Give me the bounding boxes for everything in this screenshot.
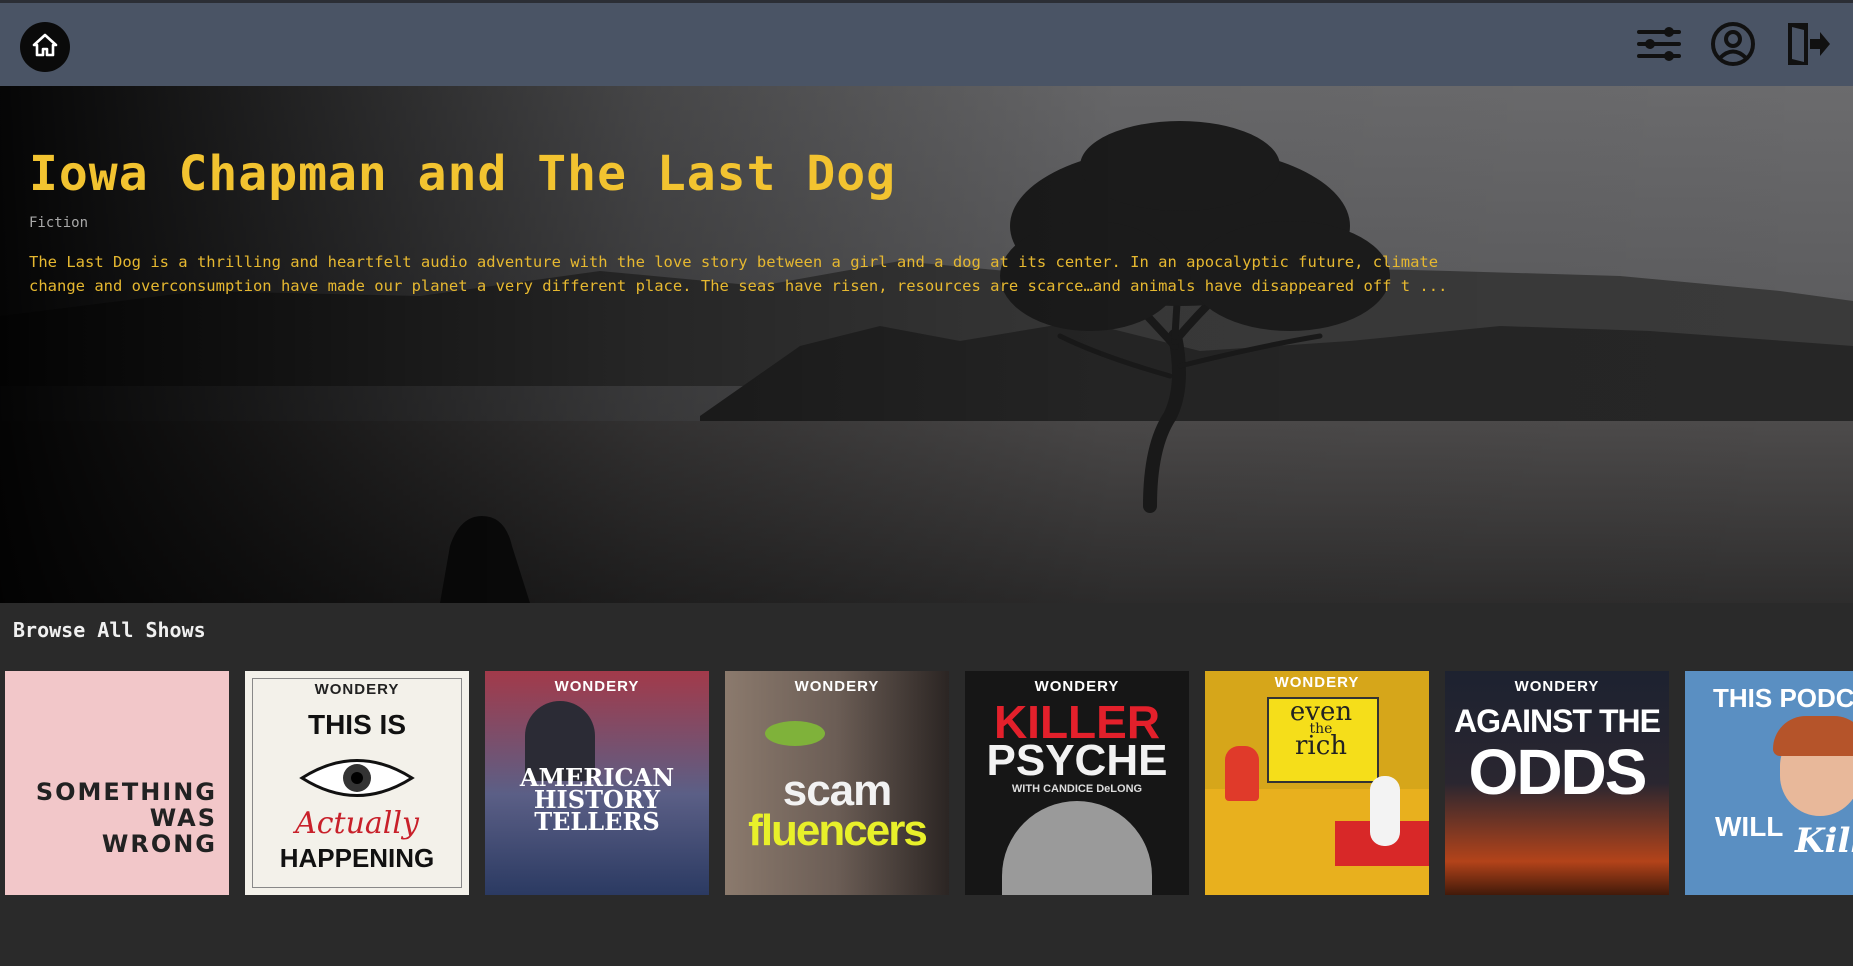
featured-show-description: The Last Dog is a thrilling and heartfel… xyxy=(29,253,1448,295)
host-figure xyxy=(1225,746,1259,801)
show-card-against-the-odds[interactable]: WONDERY AGAINST THE ODDS xyxy=(1445,671,1669,895)
show-title-line: even xyxy=(1289,697,1353,727)
show-publisher: WONDERY xyxy=(1034,678,1120,695)
show-card-this-is-actually-happening[interactable]: WONDERY THIS IS Actually HAPPENING xyxy=(245,671,469,895)
show-title-line: Actually xyxy=(295,806,419,841)
show-title-line: TELLERS xyxy=(534,807,660,836)
logout-door-icon xyxy=(1782,19,1832,73)
user-circle-icon xyxy=(1710,21,1756,71)
filter-button[interactable] xyxy=(1633,20,1685,72)
show-title-line: fluencers xyxy=(748,806,928,855)
featured-show-banner[interactable]: Iowa Chapman and The Last Dog Fiction Th… xyxy=(0,86,1853,603)
show-title-line: SOMETHING xyxy=(35,778,217,806)
show-publisher: WONDERY xyxy=(554,678,640,695)
show-title-line: WRONG xyxy=(101,830,217,858)
show-title-line: WITH CANDICE DeLONG xyxy=(1011,783,1143,795)
show-publisher: WONDERY xyxy=(794,678,880,695)
show-title-line: Kill xyxy=(1795,821,1853,861)
top-navbar xyxy=(0,3,1853,86)
show-card-scamfluencers[interactable]: WONDERY scam fluencers xyxy=(725,671,949,895)
sliders-icon xyxy=(1636,24,1682,68)
eye-illustration xyxy=(299,759,415,797)
profile-button[interactable] xyxy=(1707,20,1759,72)
show-title-line: ODDS xyxy=(1468,736,1648,808)
show-title-line: WAS xyxy=(149,804,217,832)
logout-button[interactable] xyxy=(1781,20,1833,72)
featured-show-genre: Fiction xyxy=(29,215,89,231)
show-card-this-podcast-will-kill-you[interactable]: THIS PODCA WILL Kill YO xyxy=(1685,671,1853,895)
show-card-something-was-wrong[interactable]: SOMETHING WAS WRONG xyxy=(5,671,229,895)
show-title-line: WILL xyxy=(1715,811,1784,842)
show-title-line: PSYCHE xyxy=(986,736,1168,785)
browse-section-heading: Browse All Shows xyxy=(13,618,206,642)
show-title-line: THIS PODCA xyxy=(1713,683,1853,713)
guest-figure xyxy=(1370,776,1400,846)
home-button[interactable] xyxy=(20,22,70,72)
show-card-even-the-rich[interactable]: WONDERY even the rich xyxy=(1205,671,1429,895)
show-publisher: WONDERY xyxy=(1274,674,1360,691)
show-publisher: WONDERY xyxy=(1514,678,1600,695)
face-artwork xyxy=(765,721,825,746)
show-card-killer-psyche[interactable]: WONDERY KILLER PSYCHE WITH CANDICE DeLON… xyxy=(965,671,1189,895)
featured-show-title: Iowa Chapman and The Last Dog xyxy=(29,146,897,202)
head-sculpture xyxy=(1002,801,1152,895)
show-title-line: HAPPENING xyxy=(279,843,435,873)
show-title-line: rich xyxy=(1294,731,1348,761)
show-publisher: WONDERY xyxy=(314,681,400,698)
home-icon xyxy=(30,30,60,64)
show-title-line: AGAINST THE xyxy=(1454,703,1661,739)
hair-illustration xyxy=(1773,716,1853,756)
show-title-line: THIS IS xyxy=(307,709,406,740)
shows-carousel[interactable]: SOMETHING WAS WRONG WONDERY THIS IS Actu… xyxy=(5,671,1853,895)
show-card-american-history-tellers[interactable]: WONDERY AMERICAN HISTORY TELLERS xyxy=(485,671,709,895)
